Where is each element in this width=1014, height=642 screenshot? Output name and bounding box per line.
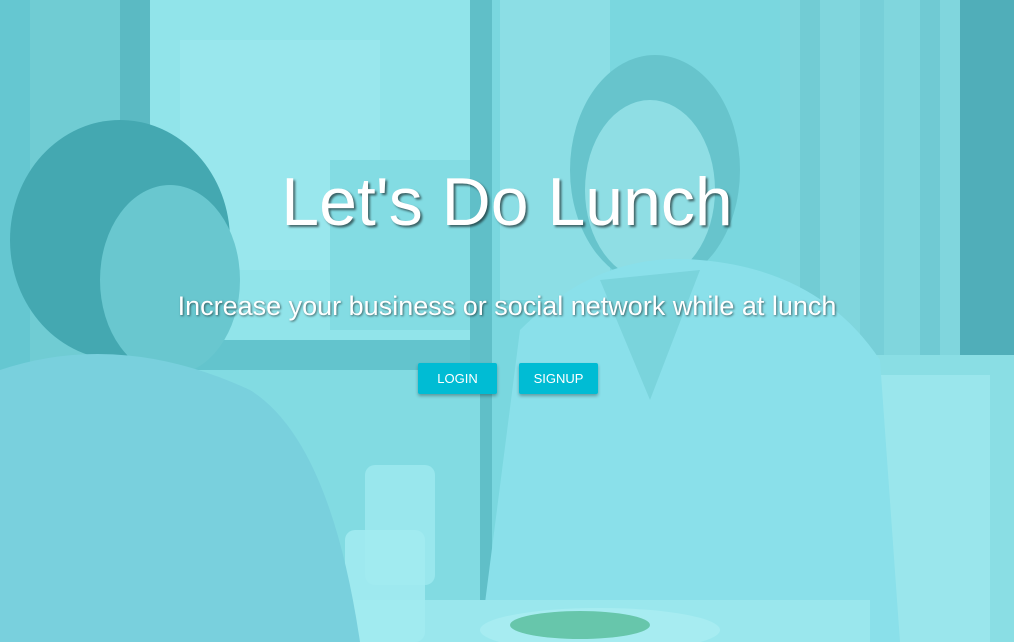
page-subtitle: Increase your business or social network… bbox=[177, 291, 837, 321]
hero-content: Let's Do Lunch Increase your business or… bbox=[0, 0, 1014, 642]
page-title: Let's Do Lunch bbox=[281, 164, 733, 240]
signup-button[interactable]: SIGNUP bbox=[519, 363, 598, 394]
hero-section: Let's Do Lunch Increase your business or… bbox=[0, 0, 1014, 642]
login-button[interactable]: LOGIN bbox=[418, 363, 497, 394]
